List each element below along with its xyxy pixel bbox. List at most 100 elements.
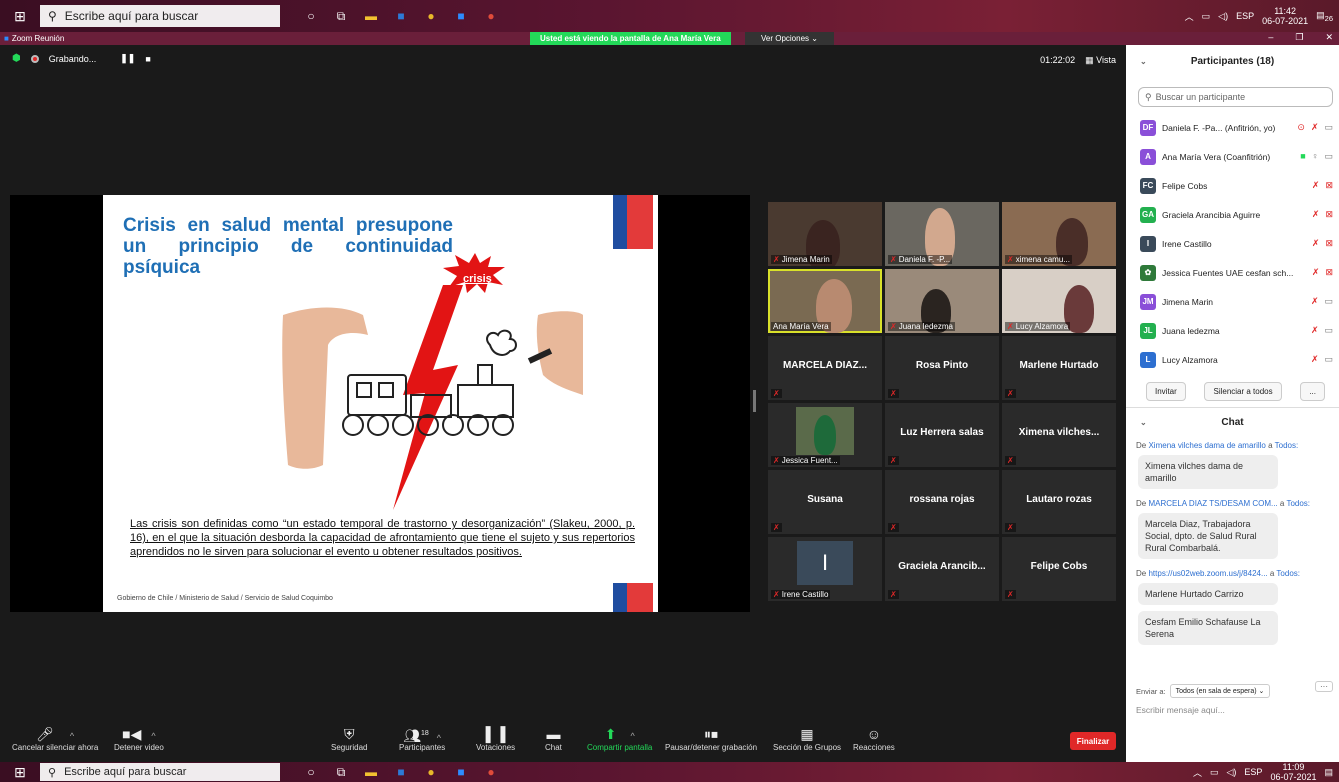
windows-start-icon[interactable]: ⊞ bbox=[0, 0, 40, 32]
participant-row[interactable]: L Lucy Alzamora ✗ ▭ bbox=[1126, 345, 1339, 374]
file-explorer-icon[interactable]: ▬ bbox=[356, 762, 386, 782]
video-tile[interactable]: ✗ ximena camu... bbox=[1002, 202, 1116, 266]
participant-row[interactable]: JM Jimena Marin ✗ ▭ bbox=[1126, 287, 1339, 316]
chrome-icon-2[interactable]: ● bbox=[476, 0, 506, 32]
invite-button[interactable]: Invitar bbox=[1146, 382, 1186, 401]
tray-arrow-icon[interactable]: ︿ bbox=[1193, 766, 1202, 779]
clock[interactable]: 11:42 06-07-2021 bbox=[1262, 6, 1308, 26]
chrome-icon[interactable]: ● bbox=[416, 0, 446, 32]
video-tile[interactable]: ✗ Lucy Alzamora bbox=[1002, 269, 1116, 333]
video-tile-active-speaker[interactable]: Ana María Vera bbox=[768, 269, 882, 333]
video-tile[interactable]: ✗ Jimena Marin bbox=[768, 202, 882, 266]
chrome-icon[interactable]: ● bbox=[416, 762, 446, 782]
chat-message-input[interactable]: Escribir mensaje aquí... bbox=[1136, 705, 1225, 715]
participant-search-input[interactable]: ⚲ Buscar un participante bbox=[1138, 87, 1333, 107]
volume-icon[interactable]: ◁) bbox=[1218, 11, 1228, 22]
network-icon[interactable]: ▭ bbox=[1202, 11, 1211, 22]
chat-button[interactable]: ▬ Chat bbox=[545, 725, 562, 752]
sender-link[interactable]: Ximena vilches dama de amarillo bbox=[1148, 441, 1265, 450]
recipient-link[interactable]: Todos: bbox=[1276, 569, 1300, 578]
share-screen-button[interactable]: ⬆ ^ Compartir pantalla bbox=[587, 725, 652, 752]
volume-icon[interactable]: ◁) bbox=[1227, 767, 1237, 778]
pause-recording-button[interactable]: ⏸⏹ Pausar/detener grabación bbox=[665, 725, 757, 752]
name-tile[interactable]: Lautaro rozas ✗ bbox=[1002, 470, 1116, 534]
name-tile[interactable]: Felipe Cobs ✗ bbox=[1002, 537, 1116, 601]
language-indicator[interactable]: ESP bbox=[1236, 11, 1254, 21]
more-options-button[interactable]: ... bbox=[1300, 382, 1325, 401]
clock[interactable]: 11:09 06-07-2021 bbox=[1270, 762, 1316, 782]
stop-video-button[interactable]: ■◀ ^ Detener video bbox=[114, 725, 164, 752]
task-view-icon[interactable]: ⧉ bbox=[326, 762, 356, 782]
participant-row[interactable]: A Ana María Vera (Coanfitrión) ■ ♀ ▭ bbox=[1126, 142, 1339, 171]
name-tile[interactable]: Ximena vilches... ✗ bbox=[1002, 403, 1116, 467]
sender-link[interactable]: MARCELA DIAZ TS/DESAM COM... bbox=[1148, 499, 1277, 508]
name-tile[interactable]: MARCELA DIAZ... ✗ bbox=[768, 336, 882, 400]
notification-icon[interactable]: ▤26 bbox=[1316, 10, 1333, 23]
name-tile[interactable]: Graciela Arancib... ✗ bbox=[885, 537, 999, 601]
polls-button[interactable]: ▌▐ Votaciones bbox=[476, 725, 515, 752]
send-to-label: Enviar a: bbox=[1136, 686, 1166, 696]
name-tile[interactable]: rossana rojas ✗ bbox=[885, 470, 999, 534]
participant-row[interactable]: I Irene Castillo ✗ ⊠ bbox=[1126, 229, 1339, 258]
share-banner: Usted está viendo la pantalla de Ana Mar… bbox=[530, 32, 731, 45]
tray-arrow-icon[interactable]: ︿ bbox=[1185, 10, 1194, 23]
name-tile[interactable]: Marlene Hurtado ✗ bbox=[1002, 336, 1116, 400]
notification-icon[interactable]: ▤ bbox=[1324, 767, 1333, 778]
collapse-chevron-icon[interactable]: ⌄ bbox=[1140, 418, 1147, 427]
cortana-icon[interactable]: ○ bbox=[296, 0, 326, 32]
language-indicator[interactable]: ESP bbox=[1244, 767, 1262, 777]
recipient-link[interactable]: Todos: bbox=[1286, 499, 1310, 508]
end-meeting-button[interactable]: Finalizar bbox=[1070, 732, 1116, 750]
file-explorer-icon[interactable]: ▬ bbox=[356, 0, 386, 32]
name-tile[interactable]: Rosa Pinto ✗ bbox=[885, 336, 999, 400]
mute-all-button[interactable]: Silenciar a todos bbox=[1204, 382, 1282, 401]
encryption-shield-icon[interactable]: ⬢ bbox=[12, 53, 21, 64]
taskbar-search-box[interactable]: ⚲ Escribe aquí para buscar bbox=[40, 763, 280, 781]
restore-icon[interactable]: ❐ bbox=[1295, 32, 1303, 43]
video-tile[interactable]: ✗ Daniela F. -P... bbox=[885, 202, 999, 266]
outlook-icon[interactable]: ■ bbox=[386, 762, 416, 782]
participant-row[interactable]: DF Daniela F. -Pa... (Anfitrión, yo) ⊙ ✗ ▭ bbox=[1126, 113, 1339, 142]
participant-row[interactable]: JL Juana ledezma ✗ ▭ bbox=[1126, 316, 1339, 345]
network-icon[interactable]: ▭ bbox=[1210, 767, 1219, 778]
video-tile[interactable]: ✗ Jessica Fuent... bbox=[768, 403, 882, 467]
security-button[interactable]: ⛨ Seguridad bbox=[331, 725, 367, 752]
participant-status-icons: ✗ ⊠ bbox=[1312, 209, 1339, 220]
taskbar-search-box[interactable]: ⚲ Escribe aquí para buscar bbox=[40, 5, 280, 27]
recording-icon: ⊙ bbox=[1297, 122, 1305, 132]
cortana-icon[interactable]: ○ bbox=[296, 762, 326, 782]
send-to-select[interactable]: Todos (en sala de espera) ⌄ bbox=[1169, 684, 1271, 698]
gallery-splitter-handle[interactable] bbox=[753, 390, 756, 412]
name-tile[interactable]: Luz Herrera salas ✗ bbox=[885, 403, 999, 467]
recording-dot-icon bbox=[30, 54, 39, 63]
zoom-icon[interactable]: ■ bbox=[446, 762, 476, 782]
close-icon[interactable]: ✕ bbox=[1325, 32, 1333, 43]
view-button[interactable]: ▦ Vista bbox=[1085, 55, 1116, 66]
stop-recording-icon[interactable]: ■ bbox=[145, 54, 150, 64]
participant-row[interactable]: FC Felipe Cobs ✗ ⊠ bbox=[1126, 171, 1339, 200]
participant-row[interactable]: ✿ Jessica Fuentes UAE cesfan sch... ✗ ⊠ bbox=[1126, 258, 1339, 287]
minimize-icon[interactable]: – bbox=[1268, 32, 1273, 43]
muted-mic-icon: ✗ bbox=[890, 389, 897, 398]
collapse-chevron-icon[interactable]: ⌄ bbox=[1140, 57, 1147, 66]
breakout-rooms-button[interactable]: ▦ Sección de Grupos bbox=[773, 725, 841, 752]
zoom-icon[interactable]: ■ bbox=[446, 0, 476, 32]
pause-recording-icon[interactable]: ❚❚ bbox=[120, 53, 135, 64]
participant-row[interactable]: GA Graciela Arancibia Aguirre ✗ ⊠ bbox=[1126, 200, 1339, 229]
video-tile[interactable]: ✗ Juana ledezma bbox=[885, 269, 999, 333]
name-tile[interactable]: Susana ✗ bbox=[768, 470, 882, 534]
recipient-link[interactable]: Todos: bbox=[1275, 441, 1299, 450]
windows-start-icon[interactable]: ⊞ bbox=[0, 762, 40, 782]
chile-flag-top-icon bbox=[613, 195, 653, 249]
sender-link[interactable]: https://us02web.zoom.us/j/8424... bbox=[1148, 569, 1267, 578]
outlook-icon[interactable]: ■ bbox=[386, 0, 416, 32]
reactions-button[interactable]: ☺ Reacciones bbox=[853, 725, 895, 752]
muted-mic-icon: ✗ bbox=[1007, 255, 1014, 264]
chrome-icon-2[interactable]: ● bbox=[476, 762, 506, 782]
participants-button[interactable]: 👥︎18 ^ Participantes bbox=[399, 725, 445, 752]
avatar-tile[interactable]: I ✗ Irene Castillo bbox=[768, 537, 882, 601]
unmute-button[interactable]: 🎤︎ ^ Cancelar silenciar ahora bbox=[12, 725, 98, 752]
view-options-button[interactable]: Ver Opciones ⌄ bbox=[745, 32, 834, 45]
task-view-icon[interactable]: ⧉ bbox=[326, 0, 356, 32]
chat-more-button[interactable]: ··· bbox=[1315, 681, 1333, 692]
